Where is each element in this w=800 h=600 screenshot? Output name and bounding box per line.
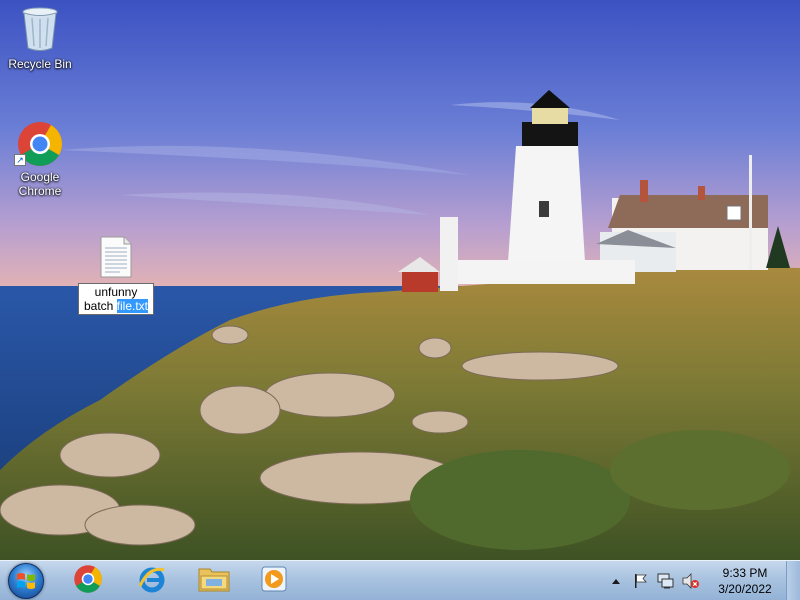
clock-date: 3/20/2022 — [718, 582, 772, 596]
rename-textbox[interactable]: unfunny batch file.txt — [78, 283, 154, 315]
start-button[interactable] — [4, 561, 48, 600]
chrome-label-line1: Google — [20, 170, 60, 184]
taskbar-chrome-button[interactable] — [62, 564, 114, 598]
recycle-bin-shortcut[interactable]: Recycle Bin — [2, 6, 78, 71]
taskbar: 9:33 PM 3/20/2022 — [0, 560, 800, 600]
shortcut-arrow-icon: ↗ — [14, 154, 26, 166]
recycle-bin-icon — [2, 6, 78, 55]
clock[interactable]: 9:33 PM 3/20/2022 — [708, 565, 782, 597]
network-icon[interactable] — [655, 570, 677, 592]
media-player-icon — [260, 565, 288, 598]
chrome-icon: ↗ — [14, 120, 64, 168]
google-chrome-shortcut[interactable]: ↗ Google Chrome — [2, 120, 78, 198]
show-hidden-icons-icon[interactable] — [605, 570, 627, 592]
rename-selected-text: file.txt — [116, 299, 149, 313]
chrome-icon — [73, 564, 103, 599]
desktop[interactable]: Recycle Bin ↗ Google Chrome unfunny batc… — [0, 0, 800, 560]
ie-icon — [137, 564, 167, 599]
action-center-flag-icon[interactable] — [630, 570, 652, 592]
taskbar-media-player-button[interactable] — [248, 564, 300, 598]
windows-logo-icon — [8, 563, 44, 599]
taskbar-explorer-button[interactable] — [188, 564, 240, 598]
clock-time: 9:33 PM — [722, 566, 768, 580]
show-desktop-button[interactable] — [786, 561, 800, 600]
taskbar-ie-button[interactable] — [126, 564, 178, 598]
rename-prefix: batch — [83, 299, 117, 313]
rename-line1: unfunny — [94, 285, 138, 299]
text-file-shortcut[interactable]: unfunny batch file.txt — [78, 236, 154, 315]
text-file-icon — [78, 236, 154, 281]
folder-icon — [198, 565, 230, 598]
volume-muted-icon[interactable] — [680, 570, 702, 592]
system-tray: 9:33 PM 3/20/2022 — [602, 561, 782, 600]
chrome-label-line2: Chrome — [18, 184, 62, 198]
recycle-bin-label: Recycle Bin — [8, 57, 72, 71]
